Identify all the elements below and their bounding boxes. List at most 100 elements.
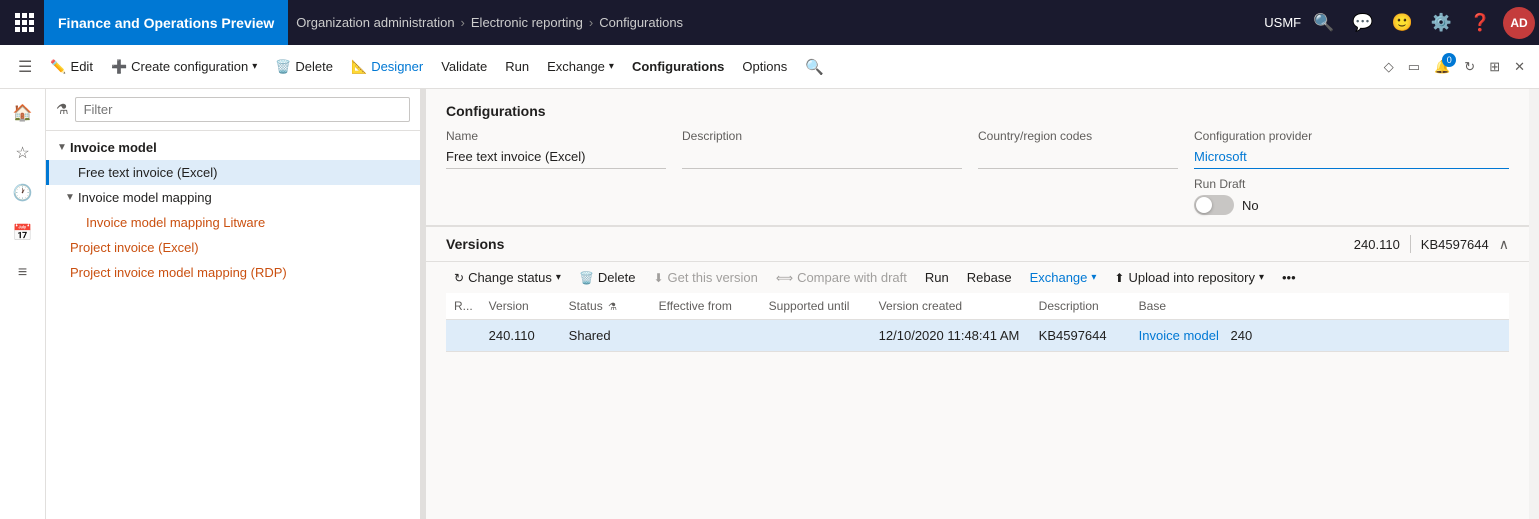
col-value-name: Free text invoice (Excel) (446, 145, 666, 169)
recent-icon[interactable]: 🕐 (3, 175, 43, 211)
tree-item-project-invoice-excel[interactable]: Project invoice (Excel) (46, 235, 420, 260)
tree-item-proj-inv-mapping-rdp[interactable]: Project invoice model mapping (RDP) (46, 260, 420, 285)
configurations-button[interactable]: Configurations (624, 55, 732, 78)
compare-draft-button[interactable]: ⟺ Compare with draft (768, 267, 915, 288)
change-status-chevron: ▾ (556, 272, 561, 283)
cell-description: KB4597644 (1031, 320, 1131, 352)
versions-exchange-button[interactable]: Exchange ▾ (1022, 267, 1105, 288)
validate-button[interactable]: Validate (433, 55, 495, 78)
designer-button[interactable]: 📐 Designer (343, 55, 431, 79)
versions-delete-button[interactable]: 🗑️ Delete (571, 267, 644, 288)
search-icon-cmd[interactable]: 🔍 (797, 54, 832, 80)
versions-title: Versions (446, 236, 504, 252)
edit-icon: ✏️ (50, 59, 66, 75)
expand-icon-invoice-model[interactable]: ▼ (54, 142, 70, 153)
versions-toolbar: ↻ Change status ▾ 🗑️ Delete ⬇ Get this v… (426, 261, 1529, 293)
tree-label-proj-invoice: Project invoice (Excel) (70, 240, 199, 255)
col-value-description (682, 145, 962, 169)
filter-input[interactable] (75, 97, 410, 122)
col-header-base: Base (1131, 293, 1509, 320)
col-value-country (978, 145, 1178, 169)
status-filter-icon[interactable]: ⚗ (608, 302, 617, 313)
table-row[interactable]: 240.110 Shared 12/10/2020 11:48:41 AM KB… (446, 320, 1509, 352)
tree-item-inv-mapping-litware[interactable]: Invoice model mapping Litware (46, 210, 420, 235)
get-this-version-button[interactable]: ⬇ Get this version (645, 267, 765, 288)
settings-icon[interactable]: ⚙️ (1425, 9, 1458, 37)
cell-version: 240.110 (481, 320, 561, 352)
favorites-icon[interactable]: ☆ (3, 135, 43, 171)
get-version-icon: ⬇ (653, 271, 663, 285)
configurations-title: Configurations (446, 103, 1509, 119)
upload-chevron: ▾ (1259, 272, 1264, 283)
run-draft-toggle[interactable] (1194, 195, 1234, 215)
compare-icon: ⟺ (776, 271, 793, 285)
close-icon[interactable]: ✕ (1510, 55, 1529, 79)
tree-label-inv-mapping: Invoice model mapping (78, 190, 212, 205)
view-icon[interactable]: ⊞ (1485, 55, 1504, 79)
versions-exchange-chevron: ▾ (1091, 272, 1096, 283)
exchange-button[interactable]: Exchange ▾ (539, 55, 622, 78)
more-options-button[interactable]: ••• (1274, 267, 1304, 288)
waffle-button[interactable] (4, 0, 44, 45)
versions-run-button[interactable]: Run (917, 267, 957, 288)
col-value-provider[interactable]: Microsoft (1194, 145, 1509, 169)
calendar-icon[interactable]: 📅 (3, 215, 43, 251)
panel-icon[interactable]: ▭ (1404, 55, 1424, 79)
hamburger-menu-icon[interactable]: ☰ (10, 53, 40, 81)
upload-icon: ⬆ (1114, 271, 1124, 285)
col-header-supported-until: Supported until (761, 293, 871, 320)
filter-icon[interactable]: ⚗ (56, 101, 69, 118)
versions-table: R... Version Status ⚗ Effective from Sup… (446, 293, 1509, 352)
search-icon-nav[interactable]: 🔍 (1307, 9, 1340, 37)
base-link[interactable]: Invoice model (1139, 328, 1219, 343)
change-status-button[interactable]: ↻ Change status ▾ (446, 267, 569, 288)
create-config-button[interactable]: ➕ Create configuration ▾ (103, 55, 265, 79)
tree-label-free-text-excel: Free text invoice (Excel) (78, 165, 217, 180)
col-header-description: Description (1031, 293, 1131, 320)
tree-item-invoice-model-mapping[interactable]: ▼ Invoice model mapping (46, 185, 420, 210)
refresh-icon[interactable]: ↻ (1460, 55, 1479, 79)
breadcrumb-configurations[interactable]: Configurations (599, 15, 683, 30)
edit-button[interactable]: ✏️ Edit (42, 55, 101, 79)
breadcrumb-electronic-reporting[interactable]: Electronic reporting (471, 15, 583, 30)
kb-number: KB4597644 (1421, 237, 1489, 252)
col-header-status: Status ⚗ (561, 293, 651, 320)
home-icon[interactable]: 🏠 (3, 95, 43, 131)
upload-repository-button[interactable]: ⬆ Upload into repository ▾ (1106, 267, 1272, 288)
delete-button[interactable]: 🗑️ Delete (267, 55, 341, 79)
versions-header: Versions 240.110 KB4597644 ∧ (426, 225, 1529, 261)
col-header-effective-from: Effective from (651, 293, 761, 320)
main-layout: 🏠 ☆ 🕐 📅 ≡ ⚗ ▼ Invoice model Free text in… (0, 89, 1539, 519)
chat-icon[interactable]: 💬 (1346, 9, 1379, 37)
smiley-icon[interactable]: 🙂 (1385, 9, 1418, 37)
breadcrumb-sep-1: › (461, 15, 465, 30)
diamond-icon[interactable]: ◇ (1380, 55, 1398, 79)
right-scrollbar[interactable] (1529, 89, 1539, 519)
breadcrumb-org-admin[interactable]: Organization administration (296, 15, 454, 30)
versions-collapse-icon[interactable]: ∧ (1499, 236, 1509, 253)
designer-icon: 📐 (351, 59, 367, 75)
command-bar: ☰ ✏️ Edit ➕ Create configuration ▾ 🗑️ De… (0, 45, 1539, 89)
rebase-button[interactable]: Rebase (959, 267, 1020, 288)
tree-panel: ⚗ ▼ Invoice model Free text invoice (Exc… (46, 89, 421, 519)
expand-icon-inv-mapping[interactable]: ▼ (62, 192, 78, 203)
user-avatar[interactable]: AD (1503, 7, 1535, 39)
base-num: 240 (1231, 328, 1253, 343)
side-icon-panel: 🏠 ☆ 🕐 📅 ≡ (0, 89, 46, 519)
run-button[interactable]: Run (497, 55, 537, 78)
col-header-description: Description (682, 129, 962, 145)
col-header-provider: Configuration provider (1194, 129, 1509, 145)
cell-base: Invoice model 240 (1131, 320, 1509, 352)
notification-icon[interactable]: 🔔 0 (1430, 55, 1454, 79)
list-icon[interactable]: ≡ (3, 255, 43, 291)
create-icon: ➕ (111, 59, 127, 75)
cell-effective-from (651, 320, 761, 352)
tree-item-free-text-excel[interactable]: Free text invoice (Excel) (46, 160, 420, 185)
help-icon[interactable]: ❓ (1464, 9, 1497, 37)
app-name: Finance and Operations Preview (44, 0, 288, 45)
run-draft-label: Run Draft (1194, 177, 1509, 195)
breadcrumb-sep-2: › (589, 15, 593, 30)
options-button[interactable]: Options (734, 55, 795, 78)
company-label: USMF (1264, 15, 1301, 30)
tree-item-invoice-model[interactable]: ▼ Invoice model (46, 135, 420, 160)
